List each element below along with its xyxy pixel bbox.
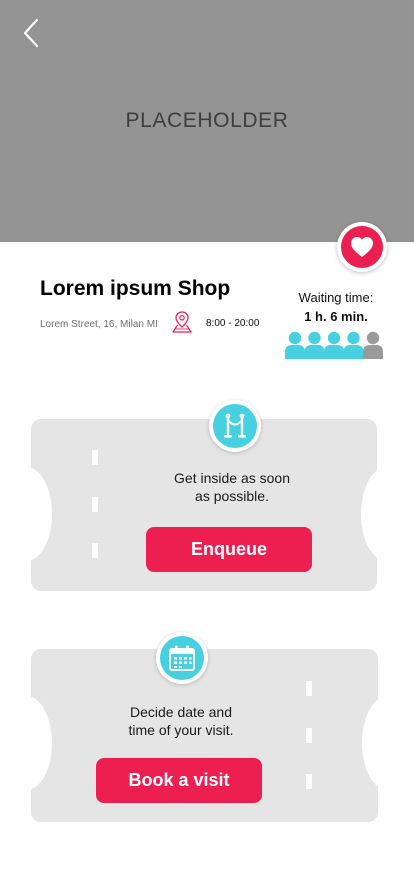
- ticket-perforation: [92, 450, 98, 465]
- enqueue-description: Get inside as soon as possible.: [151, 469, 313, 505]
- book-visit-ticket-card: Decide date and time of your visit. Book…: [31, 649, 378, 822]
- queue-people-icon: [285, 331, 383, 359]
- favorite-button[interactable]: [337, 222, 387, 272]
- book-visit-description: Decide date and time of your visit.: [97, 703, 265, 739]
- back-button[interactable]: [14, 14, 48, 52]
- calendar-icon: [169, 645, 195, 671]
- person-icon-waiting: [304, 331, 325, 359]
- shop-address: Lorem Street, 16, Milan MI: [40, 319, 158, 330]
- enqueue-description-line: as possible.: [195, 488, 269, 504]
- map-pin-icon[interactable]: [171, 310, 193, 334]
- book-visit-button[interactable]: Book a visit: [96, 758, 262, 803]
- person-icon-empty: [363, 331, 383, 359]
- book-visit-badge-fill: [160, 636, 204, 680]
- stanchion-icon: [224, 413, 246, 438]
- ticket-notch-right: [362, 696, 378, 790]
- ticket-perforation: [92, 543, 98, 558]
- favorite-button-fill: [341, 226, 383, 268]
- book-visit-description-line: time of your visit.: [128, 722, 234, 738]
- hero-image-placeholder: PLACEHOLDER: [0, 0, 414, 242]
- heart-icon: [351, 237, 373, 257]
- chevron-left-icon: [23, 18, 39, 48]
- ticket-perforation: [306, 774, 312, 789]
- book-visit-badge: [156, 632, 208, 684]
- enqueue-badge: [209, 400, 261, 452]
- ticket-notch-left: [31, 467, 52, 561]
- ticket-perforation: [92, 497, 98, 512]
- book-visit-description-line: Decide date and: [130, 704, 232, 720]
- person-icon-waiting: [285, 331, 305, 359]
- ticket-notch-right: [361, 467, 377, 561]
- placeholder-label: PLACEHOLDER: [125, 109, 289, 132]
- person-icon-waiting: [324, 331, 344, 359]
- waiting-time-value: 1 h. 6 min.: [304, 309, 368, 324]
- ticket-perforation: [306, 681, 312, 696]
- enqueue-description-line: Get inside as soon: [174, 470, 290, 486]
- person-icon-waiting: [343, 331, 364, 359]
- opening-hours: 8:00 - 20:00: [206, 318, 260, 329]
- enqueue-badge-fill: [213, 404, 257, 448]
- enqueue-button[interactable]: Enqueue: [146, 527, 312, 572]
- waiting-time-label: Waiting time:: [298, 290, 374, 305]
- shop-name: Lorem ipsum Shop: [40, 277, 231, 300]
- ticket-notch-left: [31, 696, 52, 790]
- ticket-perforation: [306, 728, 312, 743]
- enqueue-ticket-card: Get inside as soon as possible. Enqueue: [31, 419, 377, 591]
